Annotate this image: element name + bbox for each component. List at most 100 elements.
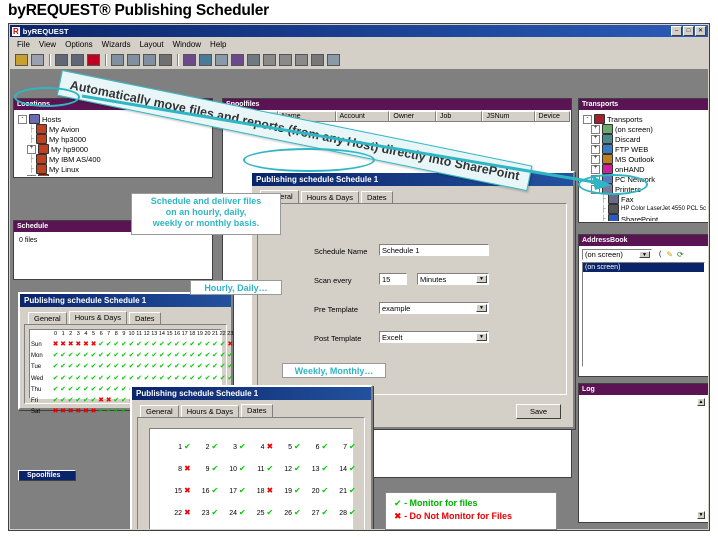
- post-template-select[interactable]: Excelt ▼: [379, 331, 489, 343]
- settings-icon[interactable]: [246, 53, 261, 67]
- save-button[interactable]: Save: [516, 404, 561, 419]
- date-cell-17[interactable]: 17 ✔: [227, 487, 246, 495]
- save-layout-icon[interactable]: [326, 53, 341, 67]
- date-cell-19[interactable]: 19 ✔: [282, 487, 301, 495]
- schedule2-icon[interactable]: [230, 53, 245, 67]
- date-cell-15[interactable]: 15 ✖: [172, 487, 191, 495]
- transport-icon[interactable]: [198, 53, 213, 67]
- tree-node-transport[interactable]: + MS Outlook: [583, 154, 705, 164]
- new-icon[interactable]: (: [659, 251, 661, 258]
- log-scroll-up-button[interactable]: ▲: [697, 398, 705, 406]
- date-cell-21[interactable]: 21 ✔: [337, 487, 356, 495]
- menu-help[interactable]: Help: [207, 39, 232, 50]
- maximize-button[interactable]: □: [683, 26, 694, 36]
- tree-node-host[interactable]: ├ My hp3000: [18, 134, 209, 144]
- menu-options[interactable]: Options: [62, 39, 99, 50]
- spoolfiles-column-device[interactable]: Device: [534, 111, 570, 121]
- addressbook-select[interactable]: (on screen) ▼: [582, 249, 652, 260]
- tab-dates[interactable]: Dates: [240, 404, 273, 417]
- copy-icon[interactable]: [278, 53, 293, 67]
- dates-grid[interactable]: 1 ✔ 2 ✔ 3 ✔ 4 ✖ 5 ✔ 6 ✔ 7 ✔ 8 ✖ 9 ✔ 10 ✔ 11 ✔ 12 ✔ 13 ✔ 14 ✔ 15 ✖ 16 ✔ 1…: [150, 429, 356, 529]
- tree-node-host[interactable]: ├ My Linux: [18, 164, 209, 174]
- tree-expander[interactable]: +: [591, 124, 600, 134]
- minimize-button[interactable]: –: [671, 26, 682, 36]
- open-folder-icon[interactable]: [14, 53, 29, 67]
- tree-expander[interactable]: +: [27, 174, 36, 176]
- chevron-down-icon[interactable]: ▼: [476, 275, 487, 283]
- delete-x-icon[interactable]: [262, 53, 277, 67]
- chevron-down-icon[interactable]: ▼: [476, 304, 487, 312]
- date-cell-27[interactable]: 27 ✔: [310, 509, 329, 517]
- chevron-down-icon[interactable]: ▼: [476, 333, 487, 341]
- tree-node-transport[interactable]: + Discard: [583, 134, 705, 144]
- refresh-icon[interactable]: ⟳: [677, 250, 684, 259]
- date-cell-22[interactable]: 22 ✖: [172, 509, 191, 517]
- tree-node-transport[interactable]: ├ SharePoint: [583, 214, 705, 221]
- date-cell-18[interactable]: 18 ✖: [255, 487, 274, 495]
- date-cell-9[interactable]: 9 ✔: [200, 465, 219, 473]
- date-cell-20[interactable]: 20 ✔: [310, 487, 329, 495]
- barcode-icon[interactable]: [158, 53, 173, 67]
- date-cell-6[interactable]: 6 ✔: [310, 443, 329, 451]
- spoolfiles-column-account[interactable]: Account: [335, 111, 390, 121]
- date-cell-25[interactable]: 25 ✔: [255, 509, 274, 517]
- tab-dates[interactable]: Dates: [128, 312, 161, 324]
- date-cell-1[interactable]: 1 ✔: [172, 443, 191, 451]
- tab-hours-days[interactable]: Hours & Days: [68, 311, 127, 324]
- log-scroll-down-button[interactable]: ▼: [697, 511, 705, 519]
- pre-template-select[interactable]: example ▼: [379, 302, 489, 314]
- tree-expander[interactable]: +: [591, 134, 600, 144]
- date-cell-3[interactable]: 3 ✔: [227, 443, 246, 451]
- schedule-icon[interactable]: [182, 53, 197, 67]
- schedule-name-input[interactable]: Schedule 1: [379, 244, 489, 256]
- date-cell-14[interactable]: 14 ✔: [337, 465, 356, 473]
- tab-general[interactable]: General: [28, 312, 67, 324]
- document-icon[interactable]: [214, 53, 229, 67]
- tab-general[interactable]: General: [140, 405, 179, 417]
- date-cell-10[interactable]: 10 ✔: [227, 465, 246, 473]
- view-list-icon[interactable]: [126, 53, 141, 67]
- spoolfiles-column-owner[interactable]: Owner: [389, 111, 436, 121]
- tree-node-transport[interactable]: + (on screen): [583, 124, 705, 134]
- close-button[interactable]: ✕: [695, 26, 706, 36]
- find-icon[interactable]: [54, 53, 69, 67]
- tree-expander[interactable]: +: [591, 154, 600, 164]
- hour-cell-mon-23[interactable]: ✔: [226, 352, 234, 359]
- edit-pencil-icon[interactable]: ✎: [666, 250, 673, 259]
- scan-unit-select[interactable]: Minutes ▼: [417, 273, 489, 285]
- transports-tree[interactable]: - Transports + (on screen) + Discard + FTP WEB +…: [580, 111, 707, 221]
- date-cell-2[interactable]: 2 ✔: [200, 443, 219, 451]
- menu-layout[interactable]: Layout: [137, 39, 170, 50]
- tree-expander[interactable]: -: [583, 114, 592, 124]
- date-cell-28[interactable]: 28 ✔: [337, 509, 356, 517]
- chevron-down-icon[interactable]: ▼: [639, 251, 650, 258]
- date-cell-8[interactable]: 8 ✖: [172, 465, 191, 473]
- menu-wizards[interactable]: Wizards: [99, 39, 137, 50]
- tree-node-host[interactable]: ├ My IBM AS/400: [18, 154, 209, 164]
- tab-hours-days[interactable]: Hours & Days: [180, 405, 239, 417]
- byrequest-flag-icon[interactable]: [86, 53, 101, 67]
- tab-dates[interactable]: Dates: [360, 191, 393, 203]
- date-cell-7[interactable]: 7 ✔: [337, 443, 356, 451]
- print-preview-icon[interactable]: [142, 53, 157, 67]
- menu-file[interactable]: File: [14, 39, 36, 50]
- date-cell-26[interactable]: 26 ✔: [282, 509, 301, 517]
- tree-expander[interactable]: +: [27, 144, 36, 154]
- spoolfiles-column-job[interactable]: Job: [435, 111, 483, 121]
- menu-view[interactable]: View: [36, 39, 62, 50]
- tree-node-transports-root[interactable]: - Transports: [583, 114, 705, 124]
- hour-cell-wed-23[interactable]: ✔: [226, 375, 234, 382]
- tree-expander[interactable]: -: [18, 114, 27, 124]
- date-cell-5[interactable]: 5 ✔: [282, 443, 301, 451]
- tree-node-host[interactable]: + My hp9000: [18, 144, 209, 154]
- hour-cell-sun-23[interactable]: ✖: [226, 341, 234, 348]
- minimized-spoolfiles-window[interactable]: Spoolfiles: [18, 470, 76, 481]
- menu-window[interactable]: Window: [170, 39, 207, 50]
- scan-every-input[interactable]: 15: [379, 273, 407, 285]
- find-font-icon[interactable]: [70, 53, 85, 67]
- archive-icon[interactable]: [310, 53, 325, 67]
- tree-node-host[interactable]: + My RS/6000: [18, 174, 209, 176]
- tree-node-transport[interactable]: ├ HP Color LaserJet 4550 PCL 5c: [583, 204, 706, 214]
- view-grid-icon[interactable]: [110, 53, 125, 67]
- date-cell-23[interactable]: 23 ✔: [200, 509, 219, 517]
